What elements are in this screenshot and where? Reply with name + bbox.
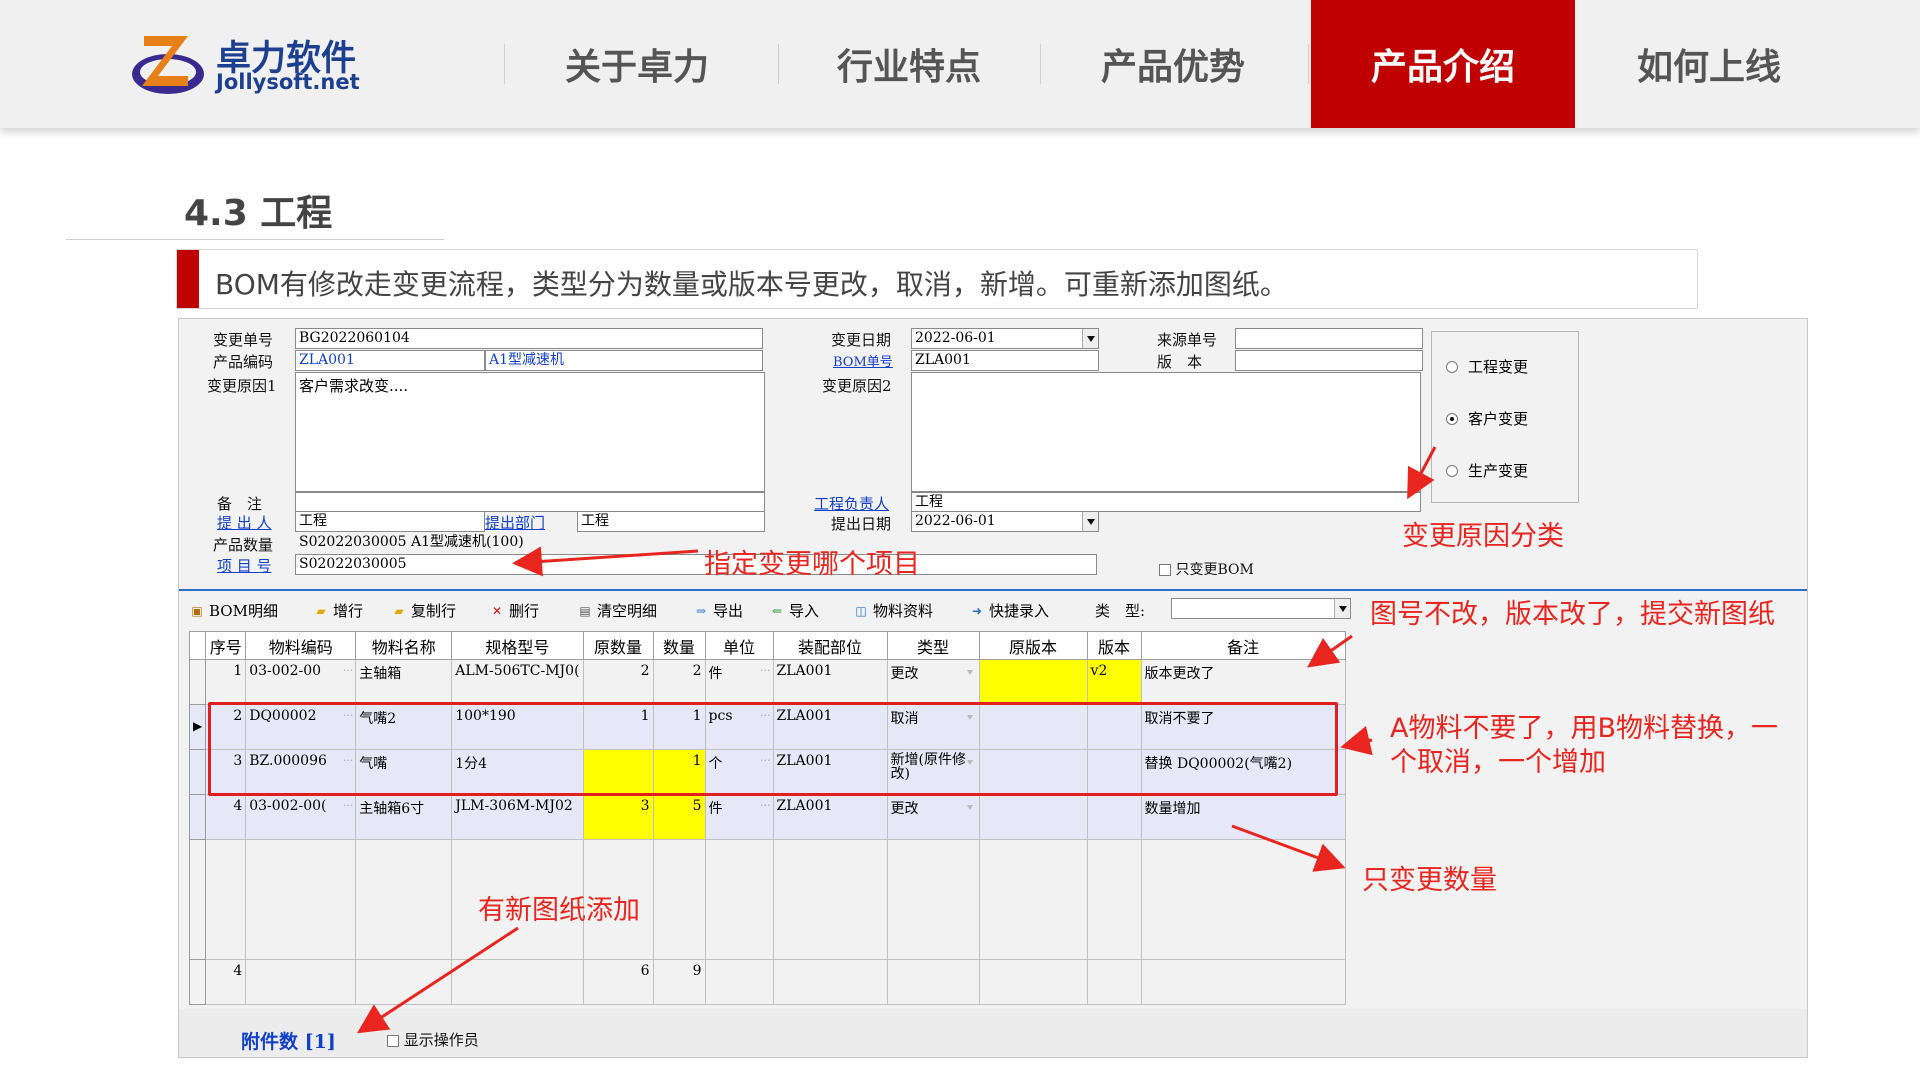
annotation-arrows	[356, 446, 1437, 1034]
arrow-to-red-box	[1340, 725, 1373, 756]
arrow-to-version-cell	[1307, 634, 1353, 668]
arrow-from-qty-row	[1231, 824, 1346, 872]
arrow-to-radio-group	[1407, 446, 1437, 500]
arrow-to-attachment	[356, 926, 519, 1034]
arrow-to-project-field	[512, 546, 699, 577]
